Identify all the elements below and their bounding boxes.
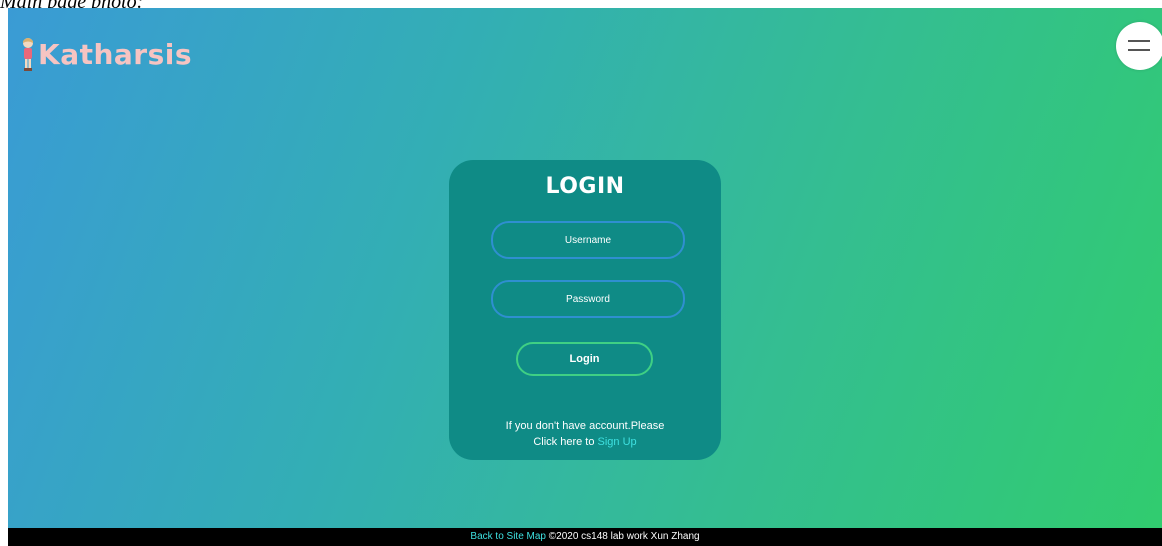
login-title: LOGIN <box>545 174 625 199</box>
site-logo[interactable]: Katharsis <box>20 34 192 74</box>
page-footer: Back to Site Map ©2020 cs148 lab work Xu… <box>8 528 1162 546</box>
signup-line-2: Click here to Sign Up <box>449 434 721 450</box>
menu-button[interactable] <box>1116 22 1162 70</box>
password-input[interactable] <box>491 280 685 318</box>
mascot-icon <box>23 38 33 71</box>
app-viewport: Katharsis LOGIN Login If you don't have … <box>8 8 1162 528</box>
copyright-text: ©2020 cs148 lab work Xun Zhang <box>548 531 700 542</box>
hamburger-menu-icon <box>1128 40 1150 42</box>
signup-prefix: Click here to <box>533 436 595 448</box>
page-caption: Main page photo: <box>0 0 144 13</box>
username-input[interactable] <box>491 221 685 259</box>
site-map-link[interactable]: Back to Site Map <box>470 531 546 542</box>
signup-prompt: If you don't have account.Please Click h… <box>449 418 721 450</box>
login-card: LOGIN Login If you don't have account.Pl… <box>449 160 721 460</box>
logo-text: Katharsis <box>38 37 193 71</box>
signup-line-1: If you don't have account.Please <box>505 420 665 432</box>
signup-link[interactable]: Sign Up <box>598 436 637 448</box>
login-button[interactable]: Login <box>516 342 653 376</box>
hamburger-menu-icon-line <box>1128 49 1150 51</box>
